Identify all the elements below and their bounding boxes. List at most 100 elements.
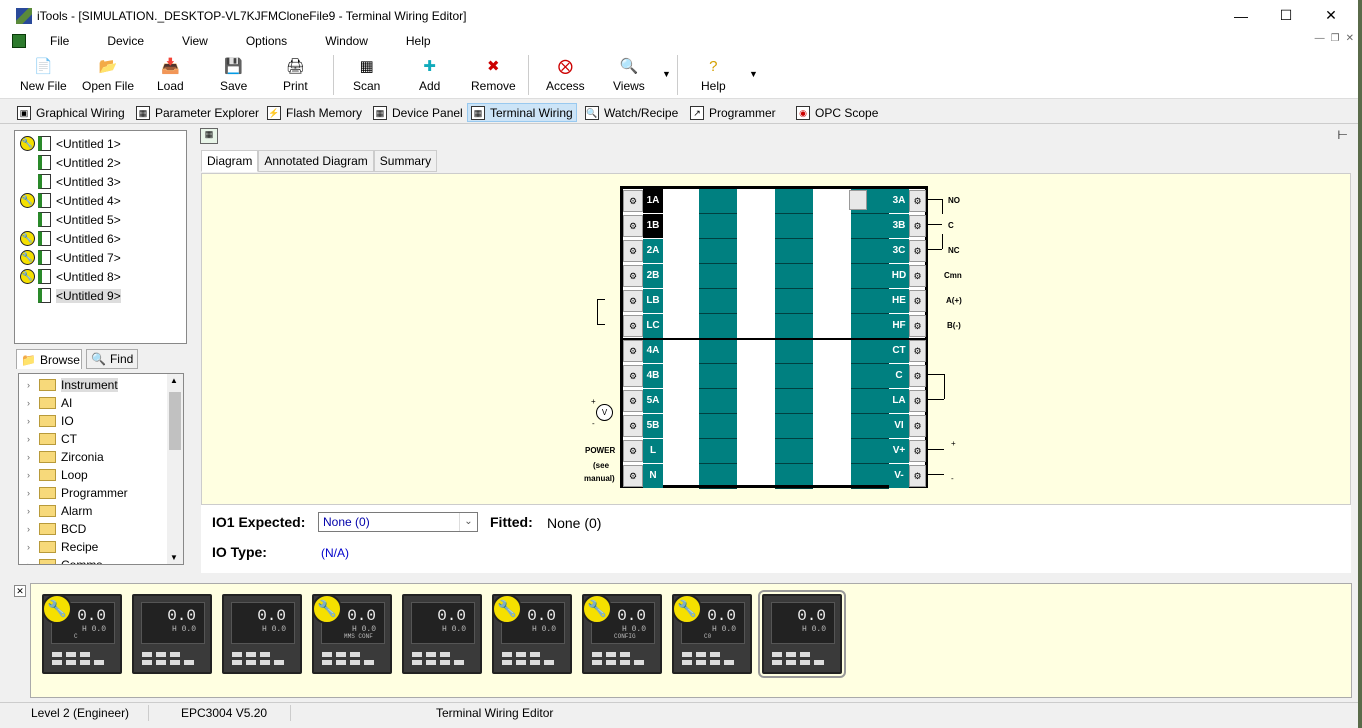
tree-node[interactable]: › Comms [27, 556, 102, 564]
tree-node[interactable]: › CT [27, 430, 77, 448]
watch-recipe-button[interactable]: 🔍 Watch/Recipe [582, 103, 681, 122]
tree-node[interactable]: › IO [27, 412, 74, 430]
expand-arrow-icon[interactable]: › [27, 470, 39, 480]
expand-arrow-icon[interactable]: › [27, 524, 39, 534]
file-list-item[interactable]: <Untitled 2> [38, 153, 121, 172]
tree-node[interactable]: › Instrument [27, 376, 118, 394]
scroll-down-icon[interactable]: ▼ [170, 553, 178, 562]
screw-icon[interactable]: ⚙ [909, 265, 926, 287]
graphical-wiring-button[interactable]: ▣ Graphical Wiring [14, 103, 128, 122]
screw-icon[interactable]: ⚙ [623, 265, 643, 287]
screw-icon[interactable]: ⚙ [909, 290, 926, 312]
screw-icon[interactable]: ⚙ [623, 290, 643, 312]
parameter-explorer-button[interactable]: ▦ Parameter Explorer [133, 103, 262, 122]
menu-options[interactable]: Options [227, 34, 306, 48]
device-thumbnail[interactable]: 0.0 H 0.0 [758, 590, 846, 678]
tree-node[interactable]: › Alarm [27, 502, 92, 520]
scroll-up-icon[interactable]: ▲ [170, 376, 178, 385]
editor-toolbar-icon[interactable]: ▦ [200, 128, 218, 144]
flash-memory-button[interactable]: ⚡ Flash Memory [264, 103, 365, 122]
screw-icon[interactable]: ⚙ [623, 415, 643, 437]
print-button[interactable]: 🖨 Print [283, 57, 308, 93]
screw-icon[interactable]: ⚙ [909, 440, 926, 462]
screw-icon[interactable]: ⚙ [909, 415, 926, 437]
screw-icon[interactable]: ⚙ [909, 215, 926, 237]
file-list-item[interactable]: 🔧 <Untitled 6> [20, 229, 121, 248]
mdi-restore-icon[interactable]: ❐ [1331, 33, 1340, 44]
screw-icon[interactable]: ⚙ [623, 365, 643, 387]
file-list-item[interactable]: 🔧 <Untitled 7> [20, 248, 121, 267]
mdi-close-icon[interactable]: ✕ [1346, 33, 1354, 44]
opc-scope-button[interactable]: ◉ OPC Scope [793, 103, 881, 122]
screw-icon[interactable]: ⚙ [623, 440, 643, 462]
open-file-button[interactable]: 📂 Open File [82, 57, 134, 93]
expand-arrow-icon[interactable]: › [27, 506, 39, 516]
menu-device[interactable]: Device [88, 34, 163, 48]
tab-summary[interactable]: Summary [373, 150, 438, 172]
io1-expected-select[interactable]: None (0) ⌄ [318, 512, 478, 532]
device-thumbnail[interactable]: 0.0 H 0.0 C 🔧 [42, 594, 122, 674]
expand-arrow-icon[interactable]: › [27, 560, 39, 564]
screw-icon[interactable]: ⚙ [623, 340, 643, 362]
file-list-item[interactable]: 🔧 <Untitled 8> [20, 267, 121, 286]
tree-node[interactable]: › Programmer [27, 484, 128, 502]
menu-help[interactable]: Help [387, 34, 450, 48]
help-dropdown-icon[interactable]: ▼ [749, 69, 758, 79]
screw-icon[interactable]: ⚙ [909, 365, 926, 387]
save-button[interactable]: 💾 Save [220, 57, 247, 93]
expand-arrow-icon[interactable]: › [27, 452, 39, 462]
menu-file[interactable]: File [26, 34, 88, 48]
tree-node[interactable]: › Recipe [27, 538, 98, 556]
load-button[interactable]: 📥 Load [157, 57, 184, 93]
scrollbar-thumb[interactable] [169, 392, 181, 450]
grid-icon[interactable] [12, 34, 26, 48]
device-thumbnail[interactable]: 0.0 H 0.0 C0 🔧 [672, 594, 752, 674]
expand-arrow-icon[interactable]: › [27, 380, 39, 390]
file-list-item[interactable]: <Untitled 9> [38, 286, 121, 305]
close-device-bar-icon[interactable]: ✕ [14, 585, 26, 597]
screw-icon[interactable]: ⚙ [623, 315, 643, 337]
expand-arrow-icon[interactable]: › [27, 488, 39, 498]
screw-icon[interactable]: ⚙ [909, 465, 926, 487]
programmer-button[interactable]: ↗ Programmer [687, 103, 779, 122]
tab-diagram[interactable]: Diagram [201, 150, 259, 172]
file-list-item[interactable]: 🔧 <Untitled 1> [20, 134, 121, 153]
screw-icon[interactable]: ⚙ [623, 190, 643, 212]
mdi-minimize-icon[interactable]: — [1315, 33, 1325, 44]
file-list-item[interactable]: 🔧 <Untitled 4> [20, 191, 121, 210]
menu-view[interactable]: View [163, 34, 227, 48]
device-thumbnail[interactable]: 0.0 H 0.0 🔧 [492, 594, 572, 674]
screw-icon[interactable]: ⚙ [909, 340, 926, 362]
screw-icon[interactable]: ⚙ [909, 315, 926, 337]
remove-button[interactable]: ✖ Remove [471, 57, 516, 93]
scan-button[interactable]: ▦ Scan [353, 57, 380, 93]
screw-icon[interactable]: ⚙ [909, 390, 926, 412]
help-button[interactable]: ? Help [701, 57, 726, 94]
screw-icon[interactable]: ⚙ [623, 465, 643, 487]
expand-arrow-icon[interactable]: › [27, 434, 39, 444]
device-thumbnail[interactable]: 0.0 H 0.0 MMS CONF 🔧 [312, 594, 392, 674]
screw-icon[interactable]: ⚙ [909, 240, 926, 262]
tree-node[interactable]: › BCD [27, 520, 86, 538]
device-thumbnail[interactable]: 0.0 H 0.0 [222, 594, 302, 674]
menu-window[interactable]: Window [306, 34, 387, 48]
views-dropdown-icon[interactable]: ▼ [662, 69, 671, 79]
tab-browse[interactable]: 📁 Browse [16, 349, 82, 369]
tree-node[interactable]: › Loop [27, 466, 88, 484]
views-button[interactable]: 🔍 Views [613, 57, 645, 93]
file-list-item[interactable]: <Untitled 5> [38, 210, 121, 229]
expand-arrow-icon[interactable]: › [27, 398, 39, 408]
device-panel-button[interactable]: ▦ Device Panel [370, 103, 466, 122]
screw-icon[interactable]: ⚙ [623, 390, 643, 412]
screw-icon[interactable] [849, 190, 867, 210]
close-button[interactable]: ✕ [1308, 0, 1354, 31]
expand-arrow-icon[interactable]: › [27, 542, 39, 552]
device-thumbnail[interactable]: 0.0 H 0.0 CONFIG 🔧 [582, 594, 662, 674]
tree-node[interactable]: › Zirconia [27, 448, 104, 466]
screw-icon[interactable]: ⚙ [909, 190, 926, 212]
expand-arrow-icon[interactable]: › [27, 416, 39, 426]
add-button[interactable]: ✚ Add [419, 57, 440, 93]
new-file-button[interactable]: 📄 New File [20, 57, 67, 93]
screw-icon[interactable]: ⚙ [623, 215, 643, 237]
minimize-button[interactable]: — [1218, 0, 1264, 31]
